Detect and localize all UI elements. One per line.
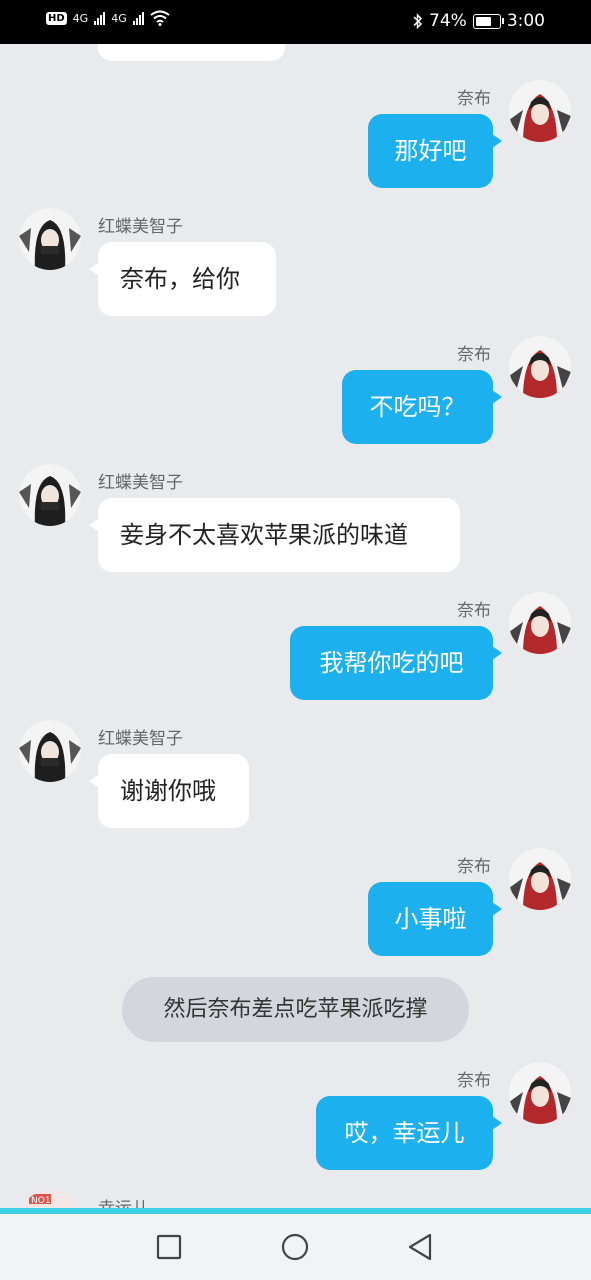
sender-name: 奈布 xyxy=(457,1071,491,1091)
triangle-back-icon[interactable] xyxy=(406,1232,436,1262)
chat-area[interactable]: 奈布 那好吧 红蝶美智子 奈布，给你 奈布 不吃吗？ 红蝶美智子 妾身不太喜欢苹… xyxy=(0,44,591,1210)
message-bubble[interactable]: 不吃吗？ xyxy=(342,370,502,444)
message-bubble[interactable]: 奈布，给你 xyxy=(89,242,276,316)
signal-icon xyxy=(94,11,106,25)
status-left: HD 4G 4G xyxy=(46,10,170,26)
message-bubble[interactable]: 那好吧 xyxy=(368,114,502,188)
nabu-avatar[interactable] xyxy=(509,1062,571,1124)
message-bubble[interactable]: 妾身不太喜欢苹果派的味道 xyxy=(89,498,460,572)
sender-name: 红蝶美智子 xyxy=(98,473,183,493)
hd-icon: HD xyxy=(46,11,67,25)
sender-name: 奈布 xyxy=(457,345,491,365)
nabu-avatar[interactable] xyxy=(509,80,571,142)
network-type-1: 4G xyxy=(72,11,89,25)
michiko-avatar[interactable] xyxy=(19,720,81,782)
circle-icon[interactable] xyxy=(280,1232,310,1262)
message-bubble[interactable]: 哎，幸运儿 xyxy=(316,1096,502,1170)
message-bubble[interactable]: 谢谢你哦 xyxy=(89,754,249,828)
battery-icon xyxy=(472,13,504,29)
michiko-avatar[interactable] xyxy=(19,464,81,526)
bluetooth-icon xyxy=(413,12,423,29)
svg-text:NO1: NO1 xyxy=(31,1196,51,1206)
previous-message-bubble xyxy=(98,44,285,61)
lucky-avatar[interactable]: NO1 xyxy=(19,1190,81,1210)
message-bubble[interactable]: 小事啦 xyxy=(368,882,502,956)
message-bubble[interactable]: 我帮你吃的吧 xyxy=(290,626,502,700)
nabu-avatar[interactable] xyxy=(509,592,571,654)
sender-name: 奈布 xyxy=(457,857,491,877)
sender-name: 红蝶美智子 xyxy=(98,729,183,749)
network-type-2: 4G xyxy=(111,11,127,25)
signal-icon-2 xyxy=(132,11,144,25)
battery-percent: 74% xyxy=(429,11,467,31)
clock: 3:00 xyxy=(506,11,545,31)
status-bar: HD 4G 4G 74% 3:00 xyxy=(0,0,591,44)
status-right: 74% 3:00 xyxy=(413,11,545,31)
nabu-avatar[interactable] xyxy=(509,848,571,910)
narration-pill: 然后奈布差点吃苹果派吃撑 xyxy=(122,977,469,1042)
square-icon[interactable] xyxy=(154,1232,184,1262)
wifi-icon xyxy=(150,10,170,26)
sender-name: 奈布 xyxy=(457,89,491,109)
sender-name: 红蝶美智子 xyxy=(98,217,183,237)
sender-name: 奈布 xyxy=(457,601,491,621)
navigation-bar xyxy=(0,1214,591,1280)
nabu-avatar[interactable] xyxy=(509,336,571,398)
michiko-avatar[interactable] xyxy=(19,208,81,270)
